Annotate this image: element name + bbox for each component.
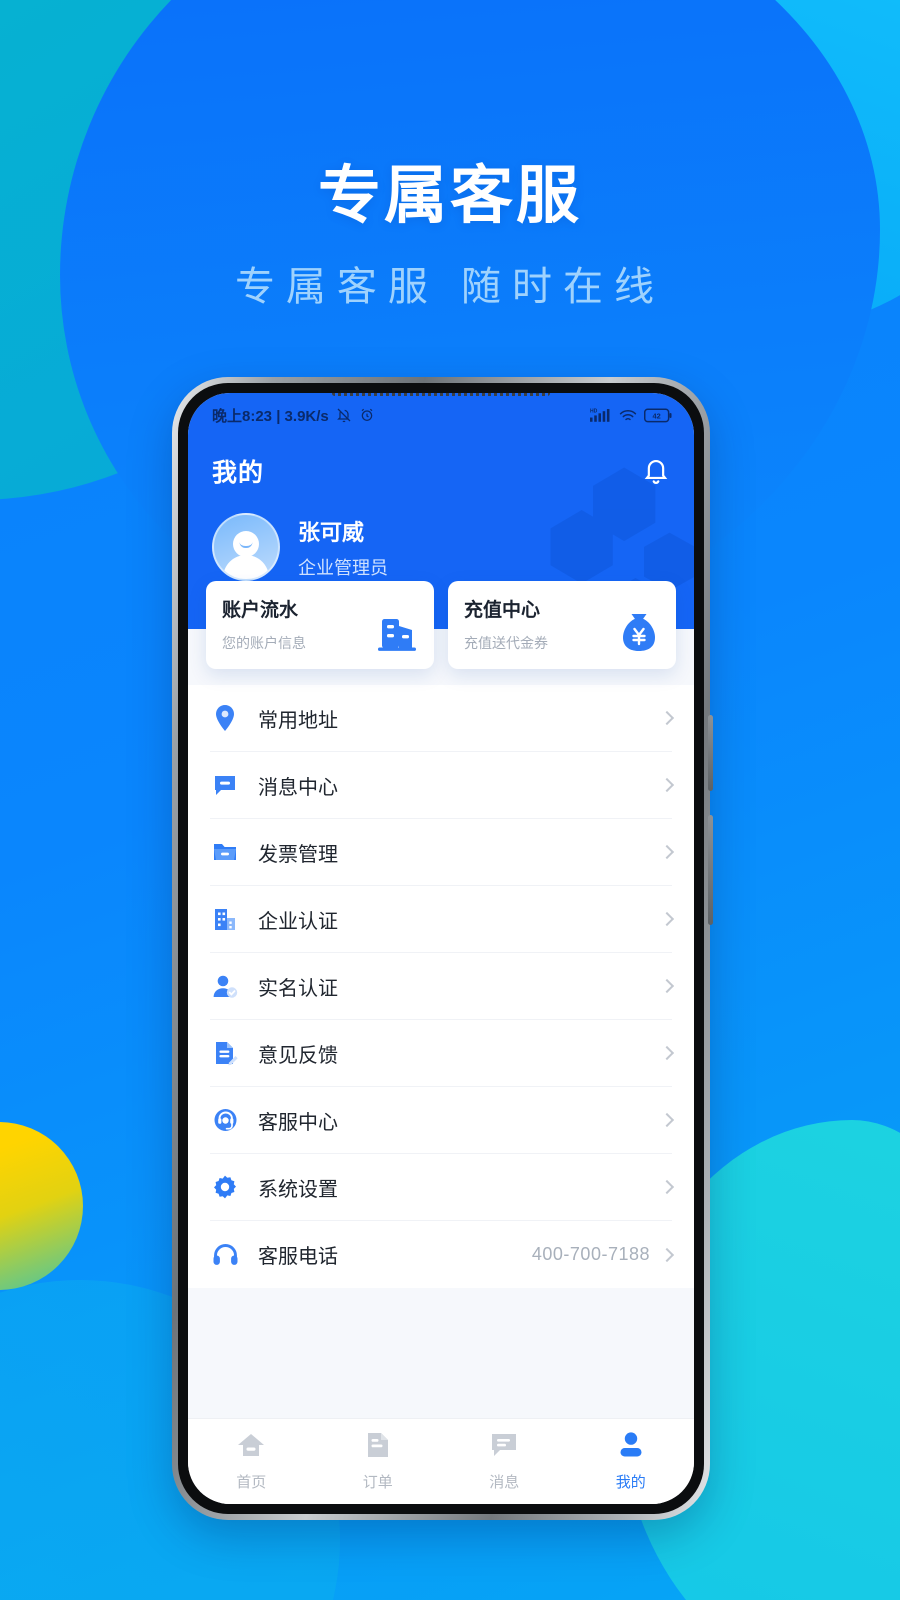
tab-home[interactable]: 首页 [188,1431,315,1492]
menu-item-label: 发票管理 [258,843,338,866]
user-profile[interactable]: 张可威 企业管理员 [212,513,670,589]
user-name: 张可威 [298,519,365,545]
menu-list: 常用地址 消息中心 发票管理 企业认证 实名认证 意见反馈 客服中心 系统设置 … [188,685,694,1418]
menu-item-invoice-management[interactable]: 发票管理 [210,819,675,886]
folder-icon [210,837,240,867]
headset-agent-icon [210,1105,240,1135]
battery-level: 42 [653,411,661,420]
status-time: 晚上8:23 | 3.9K/s [212,407,329,425]
bottom-tab-bar: 首页 订单 消息 我的 [188,1418,694,1504]
promo-text-block: 专属客服 专属客服 随时在线 [0,160,900,312]
message-icon [490,1432,518,1464]
chat-bubble-icon [210,770,240,800]
menu-item-common-address[interactable]: 常用地址 [210,685,675,752]
alarm-clock-icon [359,407,375,423]
chevron-right-icon [659,911,675,927]
menu-item-label: 实名认证 [258,977,338,1000]
home-icon [236,1431,266,1464]
phone-mockup: 晚上8:23 | 3.9K/s HD 42 我的 张可威 企业管理员 账户流水 … [172,377,713,1520]
menu-item-company-verification[interactable]: 企业认证 [210,886,675,953]
card-recharge-center[interactable]: 充值中心 充值送代金券 [448,581,676,669]
notification-bell-icon[interactable] [642,456,670,486]
phone-volume-button [708,715,713,791]
card-account-flow[interactable]: 账户流水 您的账户信息 [206,581,434,669]
status-bar: 晚上8:23 | 3.9K/s HD 42 [188,393,694,437]
app-header: 我的 张可威 企业管理员 [188,437,694,589]
promo-subtitle: 专属客服 随时在线 [234,265,666,310]
phone-speaker-grille [332,393,550,396]
tab-order[interactable]: 订单 [315,1431,442,1492]
avatar-body [223,555,269,579]
menu-list-inner: 常用地址 消息中心 发票管理 企业认证 实名认证 意见反馈 客服中心 系统设置 … [188,685,694,1288]
location-pin-icon [210,703,240,733]
menu-item-realname-verification[interactable]: 实名认证 [210,953,675,1020]
menu-item-label: 企业认证 [258,910,338,933]
page-title: 我的 [212,459,265,487]
tab-label: 消息 [489,1473,520,1491]
tab-label: 首页 [236,1474,267,1491]
menu-item-service-phone[interactable]: 客服电话 400-700-7188 [210,1221,675,1288]
person-verified-icon [210,971,240,1001]
tab-message[interactable]: 消息 [441,1432,568,1492]
menu-item-label: 常用地址 [258,709,338,732]
person-icon [617,1431,645,1464]
battery-icon: 42 [644,408,672,423]
tab-label: 订单 [362,1474,393,1491]
menu-item-label: 消息中心 [258,776,338,799]
status-bar-left: 晚上8:23 | 3.9K/s [212,405,375,426]
headphones-icon [210,1240,240,1270]
quick-cards-section: 账户流水 您的账户信息 充值中心 充值送代金券 [188,581,694,685]
chevron-right-icon [659,1179,675,1195]
gear-icon [210,1172,240,1202]
menu-item-label: 客服中心 [258,1111,338,1134]
wifi-icon [619,408,637,423]
avatar[interactable] [212,513,280,581]
money-bag-icon [616,609,662,658]
chevron-right-icon [659,1045,675,1061]
chevron-right-icon [659,844,675,860]
company-building-icon [210,904,240,934]
tab-label: 我的 [615,1474,646,1491]
phone-power-button [708,815,713,925]
chevron-right-icon [659,1247,675,1262]
chevron-right-icon [659,710,675,726]
promo-title: 专属客服 [318,161,582,231]
menu-item-feedback[interactable]: 意见反馈 [210,1020,675,1087]
status-bar-right: HD 42 [590,407,672,423]
menu-item-service-center[interactable]: 客服中心 [210,1087,675,1154]
building-icon [374,613,420,658]
hd-badge: HD [590,408,598,414]
menu-item-message-center[interactable]: 消息中心 [210,752,675,819]
phone-screen: 晚上8:23 | 3.9K/s HD 42 我的 张可威 企业管理员 账户流水 … [188,393,694,1504]
quick-cards: 账户流水 您的账户信息 充值中心 充值送代金券 [206,581,676,669]
signal-bars-icon: HD [590,407,612,423]
menu-item-label: 系统设置 [258,1178,338,1201]
menu-item-label: 意见反馈 [258,1044,338,1067]
tab-mine[interactable]: 我的 [568,1431,695,1492]
order-icon [365,1431,391,1464]
menu-item-label: 客服电话 [258,1246,338,1268]
app-header-title-row: 我的 [212,453,670,489]
chevron-right-icon [659,978,675,994]
chevron-right-icon [659,1112,675,1128]
document-edit-icon [210,1038,240,1068]
bell-mute-icon [336,407,352,423]
menu-item-value: 400-700-7188 [531,1244,650,1264]
menu-item-system-settings[interactable]: 系统设置 [210,1154,675,1221]
user-role: 企业管理员 [298,557,388,578]
user-text: 张可威 企业管理员 [298,515,388,580]
chevron-right-icon [659,777,675,793]
